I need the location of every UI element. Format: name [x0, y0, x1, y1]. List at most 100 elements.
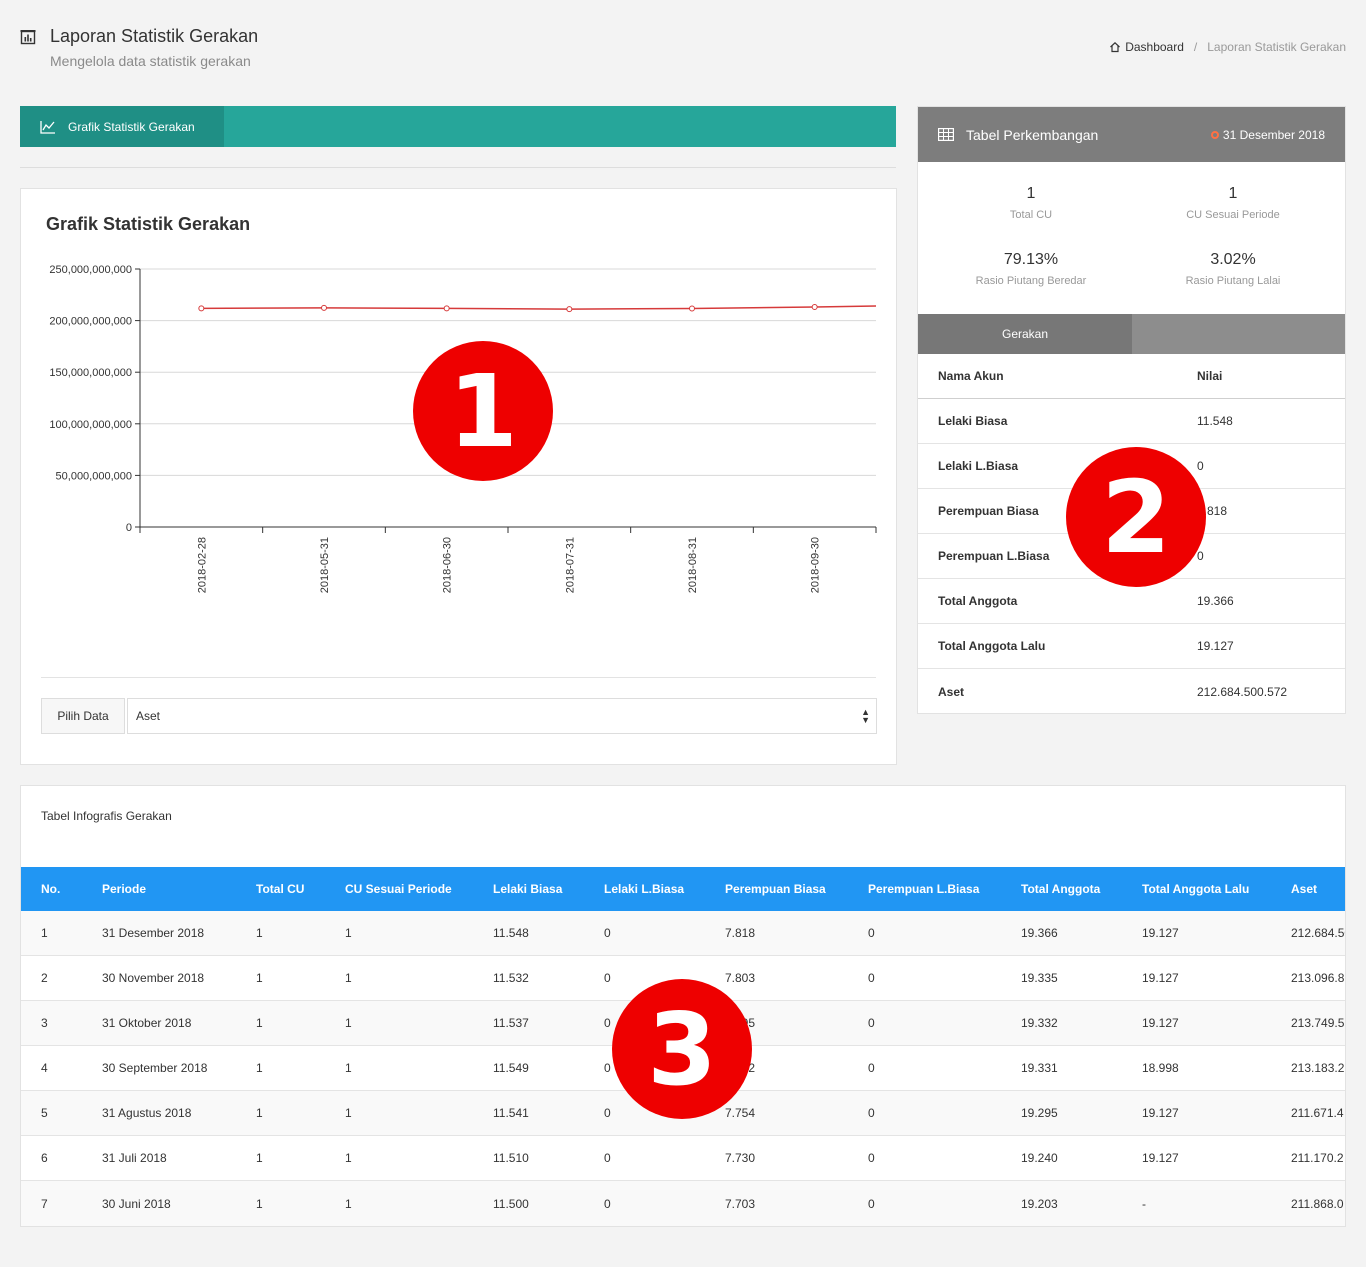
stat-rasio-piutang-lalai: 3.02% Rasio Piutang Lalai: [1126, 251, 1340, 287]
table-cell: 19.203: [1021, 1196, 1058, 1211]
table-cell: 1: [345, 1016, 352, 1030]
page-header: Laporan Statistik Gerakan Mengelola data…: [0, 0, 1366, 90]
table-cell: 0: [868, 971, 875, 985]
data-point: [321, 304, 327, 311]
account-value: 0: [1197, 549, 1204, 563]
x-tick-label: 2018-02-28: [196, 537, 208, 593]
x-tick-label: 2018-09-30: [810, 537, 822, 593]
table-cell: 211.170.2: [1291, 1151, 1344, 1165]
table-cell: 7.730: [725, 1151, 756, 1165]
stat-rasio-piutang-beredar: 79.13% Rasio Piutang Beredar: [924, 251, 1138, 287]
breadcrumb-home-label: Dashboard: [1125, 40, 1184, 54]
data-select[interactable]: Aset ▲ ▼: [127, 698, 877, 734]
panel-header: Tabel Perkembangan 31 Desember 2018: [918, 107, 1345, 162]
table-cell: 7: [41, 1196, 48, 1211]
table-cell: 19.295: [1021, 1106, 1058, 1120]
annotation-marker-2: 2: [1066, 447, 1206, 587]
table-cell: 31 Desember 2018: [102, 926, 205, 940]
y-tick-label: 200,000,000,000: [49, 316, 132, 328]
column-header[interactable]: Total Anggota: [1021, 867, 1100, 911]
status-dot-icon: [1210, 130, 1219, 139]
table-cell: 0: [868, 926, 875, 940]
column-header[interactable]: Total Anggota Lalu: [1142, 867, 1249, 911]
x-tick-label: 2018-08-31: [687, 537, 699, 593]
stat-label: Rasio Piutang Lalai: [1185, 275, 1281, 287]
column-header: Nama Akun: [938, 369, 1004, 383]
column-header[interactable]: Lelaki L.Biasa: [604, 867, 684, 911]
table-cell: 1: [256, 926, 263, 940]
column-header[interactable]: Aset: [1291, 867, 1317, 911]
stat-value: 1: [1228, 185, 1238, 202]
tab-grafik-statistik[interactable]: Grafik Statistik Gerakan: [20, 106, 224, 147]
column-header[interactable]: Perempuan L.Biasa: [868, 867, 979, 911]
annotation-marker-3: 3: [612, 979, 752, 1119]
page-title: Laporan Statistik Gerakan: [50, 26, 259, 46]
table-cell: 1: [256, 1151, 263, 1165]
table-cell: 3: [41, 1016, 48, 1030]
table-cell: 19.331: [1021, 1061, 1058, 1075]
y-tick-label: 0: [126, 522, 132, 534]
table-cell: 19.127: [1142, 971, 1179, 985]
table-row: 1 31 Desember 2018 1 1 11.548 0 7.818 0 19.366 19…: [21, 911, 1345, 956]
tab-label: Grafik Statistik Gerakan: [68, 119, 195, 134]
stat-value: 1: [1026, 185, 1036, 202]
data-point: [443, 305, 450, 312]
table-cell: 7.818: [725, 926, 756, 940]
account-name: Total Anggota Lalu: [938, 639, 1046, 653]
table-card-title: Tabel Infografis Gerakan: [41, 809, 172, 823]
column-header[interactable]: CU Sesuai Periode: [345, 867, 452, 911]
table-cell: 30 November 2018: [102, 971, 205, 985]
column-header[interactable]: No.: [41, 867, 60, 911]
table-cell: 1: [345, 1106, 352, 1120]
table-cell: 19.127: [1142, 1106, 1179, 1120]
select-value: Aset: [136, 709, 161, 723]
table-cell: 7.703: [725, 1196, 756, 1211]
account-name: Total Anggota: [938, 594, 1018, 608]
table-cell: 4: [41, 1061, 48, 1075]
select-arrows-icon: ▲ ▼: [861, 707, 870, 725]
table-cell: 0: [868, 1016, 875, 1030]
column-header[interactable]: Perempuan Biasa: [725, 867, 826, 911]
table-cell: 31 Juli 2018: [102, 1151, 167, 1165]
table-cell: 0: [604, 1016, 611, 1030]
stat-value: 3.02%: [1210, 251, 1256, 268]
development-table-panel: Tabel Perkembangan 31 Desember 2018 1 To…: [917, 106, 1346, 714]
table-cell: 30 Juni 2018: [102, 1196, 171, 1211]
stat-cu-sesuai-periode: 1 CU Sesuai Periode: [1126, 185, 1340, 221]
table-cell: 1: [345, 971, 352, 985]
y-tick-label: 50,000,000,000: [56, 470, 132, 482]
table-cell: 0: [868, 1106, 875, 1120]
table-cell: 11.500: [493, 1196, 529, 1211]
divider: [20, 167, 896, 168]
table-cell: 1: [256, 1061, 263, 1075]
breadcrumb-separator: /: [1193, 40, 1198, 54]
table-cell: 11.548: [493, 926, 529, 940]
account-value: 7.818: [1197, 504, 1228, 518]
annotation-marker-1: 1: [413, 341, 553, 481]
table-cell: 213.183.2: [1291, 1061, 1345, 1075]
table-row: Total Anggota Lalu 19.127: [918, 624, 1345, 669]
table-cell: 0: [604, 926, 611, 940]
x-tick-label: 2018-07-31: [564, 537, 576, 593]
y-tick-label: 100,000,000,000: [49, 419, 132, 431]
table-cell: 0: [868, 1061, 875, 1075]
column-header[interactable]: Total CU: [256, 867, 304, 911]
tab-gerakan[interactable]: Gerakan: [918, 314, 1132, 354]
table-cell: 19.332: [1021, 1016, 1058, 1030]
stat-value: 79.13%: [1003, 251, 1059, 268]
table-cell: -: [1142, 1196, 1146, 1211]
breadcrumb-current: Laporan Statistik Gerakan: [1207, 40, 1346, 54]
breadcrumb-home-link[interactable]: Dashboard: [1109, 40, 1184, 54]
data-point: [811, 303, 818, 310]
y-tick-label: 150,000,000,000: [49, 367, 132, 379]
table-cell: 5: [41, 1106, 48, 1120]
account-value: 19.366: [1197, 594, 1234, 608]
column-header[interactable]: Lelaki Biasa: [493, 867, 562, 911]
stat-label: Rasio Piutang Beredar: [975, 275, 1087, 287]
breadcrumb: Dashboard / Laporan Statistik Gerakan: [1109, 40, 1346, 54]
table-cell: 1: [256, 1196, 263, 1211]
table-row: 7 30 Juni 2018 1 1 11.500 0 7.703 0 19.203 - 211.8…: [21, 1181, 1345, 1226]
column-header[interactable]: Periode: [102, 867, 146, 911]
select-label: Pilih Data: [41, 698, 125, 734]
stat-label: Total CU: [1009, 209, 1053, 221]
